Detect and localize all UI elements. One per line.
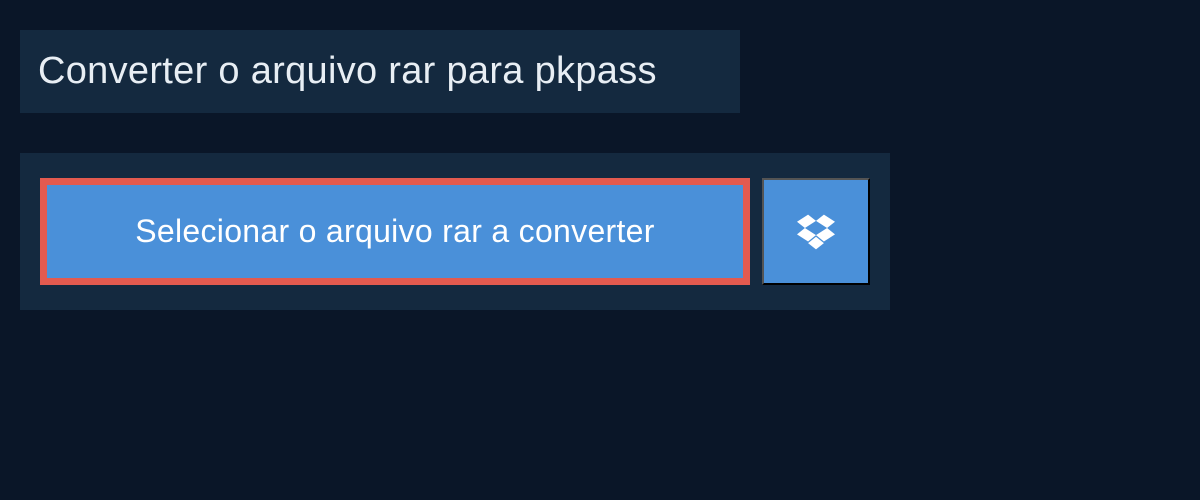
dropbox-icon [797, 214, 835, 250]
upload-section: Selecionar o arquivo rar a converter [20, 153, 890, 310]
select-file-button[interactable]: Selecionar o arquivo rar a converter [40, 178, 750, 285]
page-title: Converter o arquivo rar para pkpass [38, 50, 722, 93]
main-container: Converter o arquivo rar para pkpass Sele… [0, 0, 1200, 340]
title-panel: Converter o arquivo rar para pkpass [20, 30, 740, 113]
dropbox-button[interactable] [762, 178, 870, 285]
